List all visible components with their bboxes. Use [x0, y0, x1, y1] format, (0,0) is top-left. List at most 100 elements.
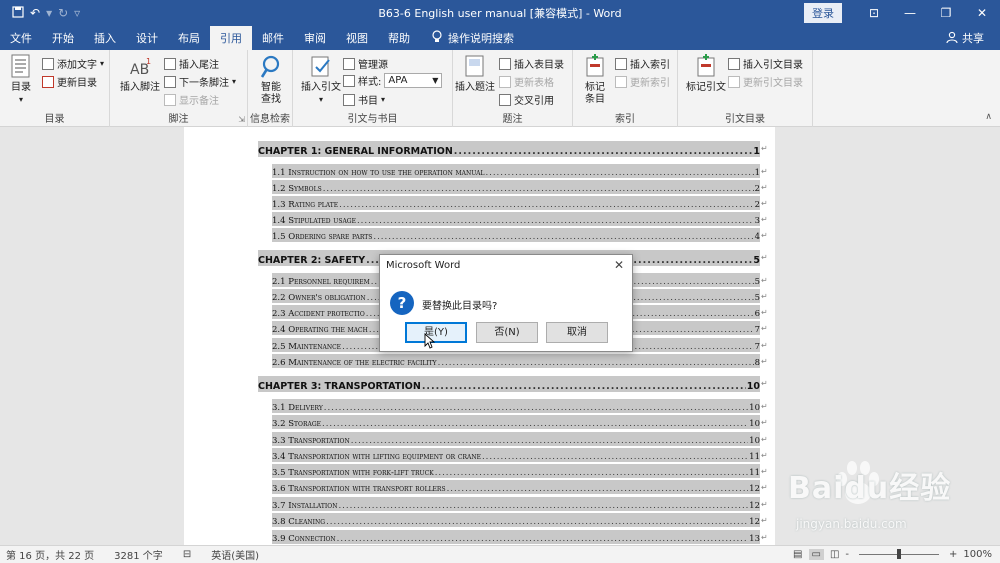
- login-button[interactable]: 登录: [804, 3, 842, 23]
- zoom-slider-thumb[interactable]: [897, 549, 902, 559]
- quick-access-toolbar: ↶ ▾ ↻ ▿: [0, 5, 130, 21]
- cancel-button[interactable]: 取消: [546, 322, 608, 343]
- toc-entry-text: CHAPTER 1: GENERAL INFORMATION: [258, 146, 454, 157]
- toc-page-number: 7: [754, 325, 760, 335]
- ribbon-display-icon[interactable]: ⊡: [856, 6, 892, 20]
- toc-section-entry[interactable]: 3.6 Transportation with transport roller…: [272, 480, 760, 494]
- show-notes-button[interactable]: 显示备注: [164, 92, 219, 107]
- mark-citation-button[interactable]: 标记引文: [684, 54, 728, 94]
- tab-references[interactable]: 引用: [210, 26, 252, 50]
- tab-view[interactable]: 视图: [336, 26, 378, 50]
- toc-section-entry[interactable]: 3.7 Installation 12: [272, 497, 760, 511]
- insert-footnote-button[interactable]: AB 1 插入脚注: [118, 54, 162, 94]
- toc-section-entry[interactable]: 3.3 Transportation 10: [272, 432, 760, 446]
- insert-caption-button[interactable]: 插入题注: [455, 54, 495, 94]
- add-text-button[interactable]: 添加文字 ▾: [42, 56, 104, 71]
- save-icon[interactable]: [12, 5, 24, 21]
- toc-section-entry[interactable]: 1.4 Stipulated usage 3: [272, 212, 760, 226]
- tab-insert[interactable]: 插入: [84, 26, 126, 50]
- insert-toa-label: 插入引文目录: [743, 60, 803, 71]
- update-toa-button[interactable]: 更新引文目录: [728, 74, 803, 89]
- next-footnote-button[interactable]: 下一条脚注 ▾: [164, 74, 236, 89]
- group-index: 标记 条目 插入索引 更新索引 索引: [573, 50, 678, 127]
- insert-caption-label: 插入题注: [455, 82, 495, 93]
- toc-page-number: 7: [754, 342, 760, 352]
- paragraph-mark-icon: ↵: [761, 183, 768, 192]
- vertical-scrollbar[interactable]: [988, 127, 1000, 545]
- toc-section-entry[interactable]: 1.3 Rating plate 2: [272, 196, 760, 210]
- undo-icon[interactable]: ↶: [30, 6, 40, 20]
- toc-chapter-entry[interactable]: CHAPTER 1: GENERAL INFORMATION 1: [258, 141, 760, 157]
- footnote-dialog-launcher-icon[interactable]: ⇲: [238, 115, 245, 124]
- show-notes-icon: [164, 93, 176, 106]
- toc-leader-dots: [485, 168, 753, 178]
- toc-section-entry[interactable]: 1.1 Instruction on how to use the operat…: [272, 164, 760, 178]
- group-table-of-contents: 目录 ▾ 添加文字 ▾ 更新目录 目录: [0, 50, 110, 127]
- tab-review[interactable]: 审阅: [294, 26, 336, 50]
- minimize-icon[interactable]: —: [892, 6, 928, 20]
- mark-entry-button[interactable]: 标记 条目: [579, 54, 611, 106]
- tab-design[interactable]: 设计: [126, 26, 168, 50]
- update-index-button[interactable]: 更新索引: [615, 74, 670, 89]
- customize-qat-icon[interactable]: ▾: [46, 6, 52, 20]
- page-count[interactable]: 第 16 页，共 22 页: [6, 547, 94, 562]
- zoom-out-button[interactable]: -: [845, 549, 849, 560]
- read-mode-icon[interactable]: ▤: [793, 549, 802, 560]
- print-layout-icon[interactable]: ▭: [808, 549, 824, 560]
- insert-citation-button[interactable]: 插入引文 ▾: [301, 54, 341, 106]
- toc-section-entry[interactable]: 2.6 Maintenance of the electric facility…: [272, 354, 760, 368]
- toc-entry-text: 1.2 Symbols: [272, 184, 323, 194]
- paragraph-mark-icon: ↵: [761, 231, 768, 240]
- toc-page-number: 8: [754, 358, 760, 368]
- insert-table-of-figures-button[interactable]: 插入表目录: [499, 56, 564, 71]
- word-count[interactable]: 3281 个字: [114, 547, 163, 562]
- proofing-icon[interactable]: ⊟: [183, 549, 191, 560]
- toc-section-entry[interactable]: 3.9 Connection 13: [272, 530, 760, 544]
- toc-section-entry[interactable]: 3.5 Transportation with fork-lift truck 1…: [272, 464, 760, 478]
- web-layout-icon[interactable]: ◫: [830, 549, 839, 560]
- toc-section-entry[interactable]: 1.5 Ordering spare parts 4: [272, 228, 760, 242]
- cross-reference-button[interactable]: 交叉引用: [499, 92, 554, 107]
- citation-style-dropdown[interactable]: APA ▼: [384, 73, 443, 88]
- smart-lookup-button[interactable]: 智能 查找: [255, 54, 287, 106]
- bibliography-button[interactable]: 书目 ▾: [343, 92, 385, 107]
- group-label-research: 信息检索: [250, 114, 290, 125]
- toc-section-entry[interactable]: 3.8 Cleaning 12: [272, 513, 760, 527]
- tell-me-search[interactable]: 操作说明搜索: [420, 26, 514, 50]
- insert-endnote-button[interactable]: 插入尾注: [164, 56, 219, 71]
- language-status[interactable]: 英语(美国): [211, 547, 259, 562]
- toc-entry-text: 1.4 Stipulated usage: [272, 216, 357, 226]
- toc-section-entry[interactable]: 1.2 Symbols 2: [272, 180, 760, 194]
- update-table-button[interactable]: 更新表格: [499, 74, 554, 89]
- toc-page-number: 2: [754, 184, 760, 194]
- tab-help[interactable]: 帮助: [378, 26, 420, 50]
- zoom-slider[interactable]: [859, 549, 940, 559]
- style-selector: 样式: APA ▼: [343, 73, 443, 88]
- toc-entry-text: 1.3 Rating plate: [272, 200, 340, 210]
- zoom-in-button[interactable]: +: [949, 549, 957, 560]
- manage-sources-button[interactable]: 管理源: [343, 56, 388, 71]
- chevron-down-icon[interactable]: ▿: [74, 6, 80, 20]
- insert-index-button[interactable]: 插入索引: [615, 56, 670, 71]
- collapse-ribbon-icon[interactable]: ∧: [985, 112, 992, 122]
- redo-icon[interactable]: ↻: [58, 6, 68, 20]
- tab-mailings[interactable]: 邮件: [252, 26, 294, 50]
- toc-entry-text: 1.5 Ordering spare parts: [272, 232, 374, 242]
- dialog-close-icon[interactable]: ✕: [614, 258, 624, 272]
- toc-section-entry[interactable]: 3.2 Storage 10: [272, 415, 760, 429]
- restore-icon[interactable]: ❐: [928, 6, 964, 20]
- close-icon[interactable]: ✕: [964, 6, 1000, 20]
- tab-file[interactable]: 文件: [0, 26, 42, 50]
- share-button[interactable]: 共享: [946, 26, 1000, 50]
- toc-section-entry[interactable]: 3.1 Delivery 10: [272, 399, 760, 413]
- tab-layout[interactable]: 布局: [168, 26, 210, 50]
- tab-home[interactable]: 开始: [42, 26, 84, 50]
- insert-toa-button[interactable]: 插入引文目录: [728, 56, 803, 71]
- update-toc-button[interactable]: 更新目录: [42, 74, 97, 89]
- no-button[interactable]: 否(N): [476, 322, 538, 343]
- toc-chapter-entry[interactable]: CHAPTER 3: TRANSPORTATION 10: [258, 376, 760, 392]
- yes-button[interactable]: 是(Y): [405, 322, 467, 343]
- zoom-level[interactable]: 100%: [963, 549, 992, 560]
- toc-button[interactable]: 目录 ▾: [6, 54, 36, 106]
- toc-section-entry[interactable]: 3.4 Transportation with lifting equipmen…: [272, 448, 760, 462]
